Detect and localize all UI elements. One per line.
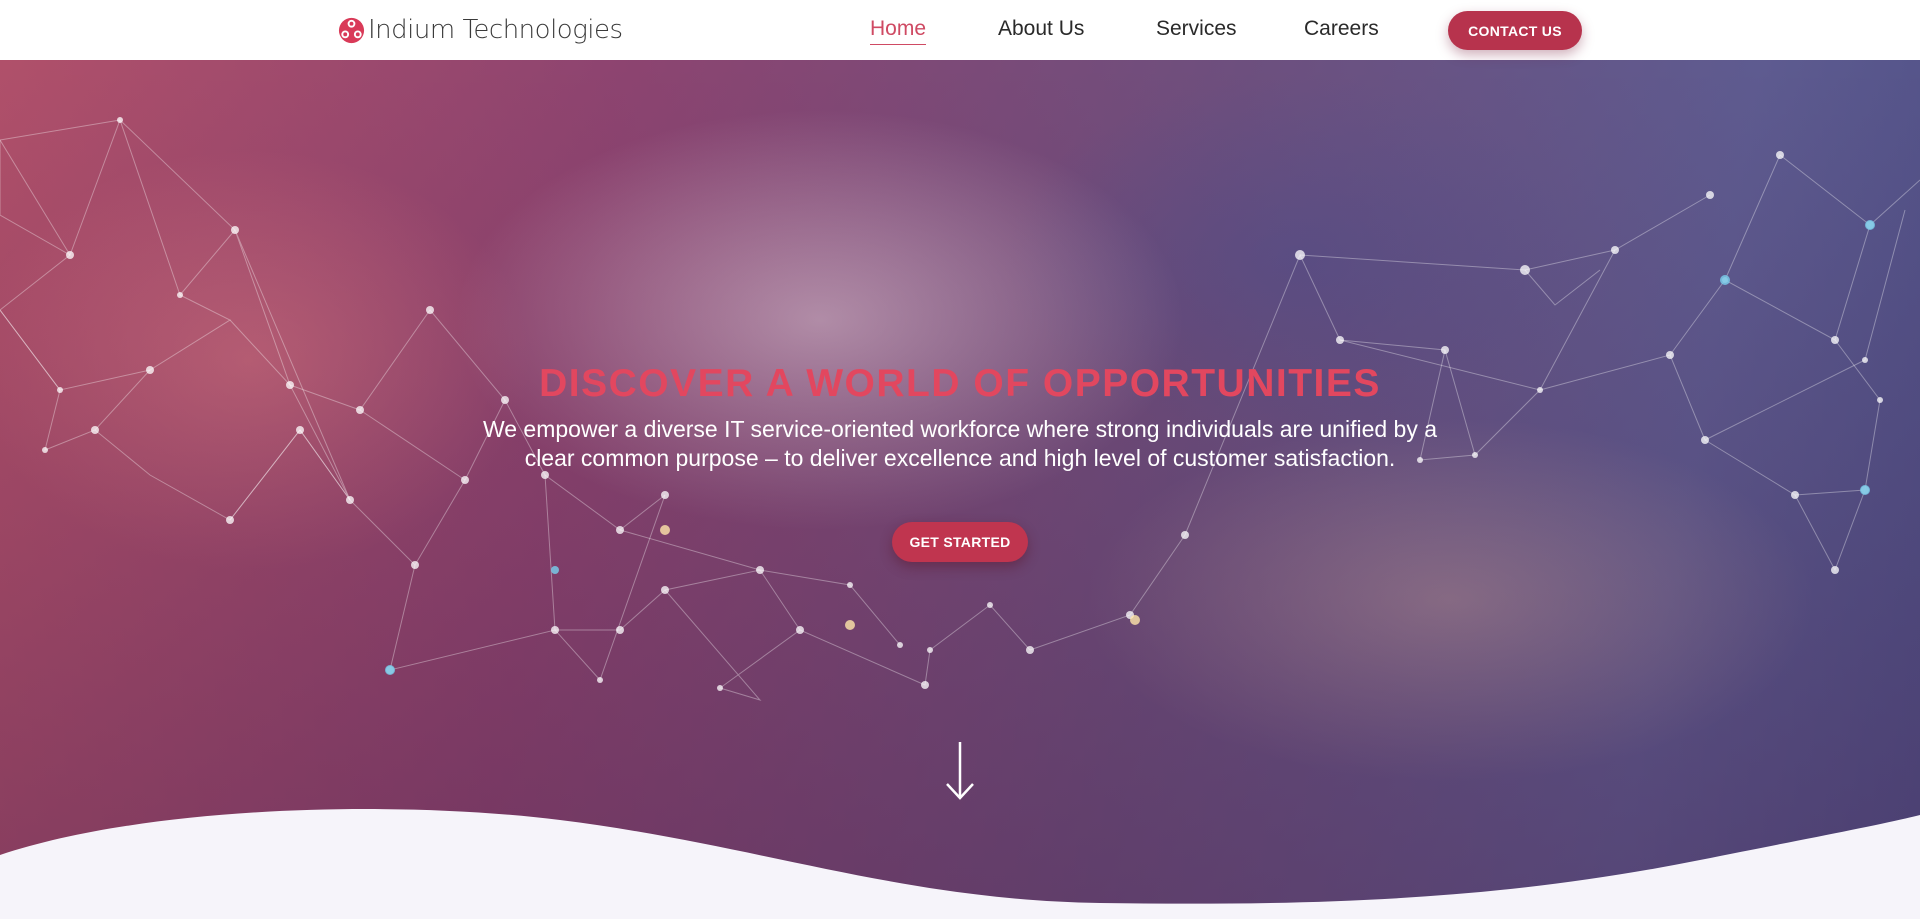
nav-services[interactable]: Services (1156, 17, 1237, 41)
hero-section: DISCOVER A WORLD OF OPPORTUNITIES We emp… (0, 60, 1920, 919)
contact-us-button[interactable]: CONTACT US (1448, 11, 1582, 50)
indium-logo-icon (338, 17, 365, 43)
bottom-wave (0, 809, 1920, 919)
logo-text: Indium Technologies (368, 15, 623, 45)
site-header: Indium Technologies Home About Us Servic… (0, 0, 1920, 60)
logo[interactable]: Indium Technologies (337, 14, 623, 46)
nav-careers[interactable]: Careers (1304, 17, 1379, 41)
nav-home[interactable]: Home (870, 17, 927, 45)
nav-about-us[interactable]: About Us (998, 17, 1084, 41)
